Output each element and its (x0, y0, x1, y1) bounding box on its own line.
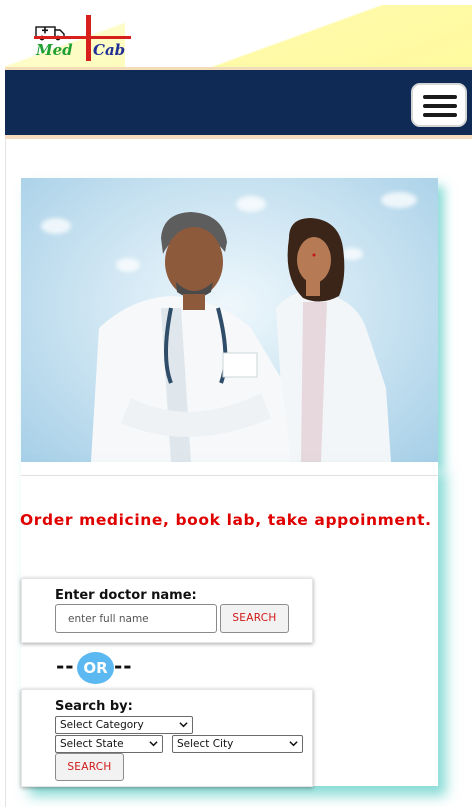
chevron-down-icon (179, 722, 188, 728)
city-select[interactable]: Select City (172, 735, 303, 753)
logo-text-cab: Cab (93, 41, 126, 59)
category-select-value: Select Category (60, 719, 144, 731)
state-select-value: Select State (60, 738, 124, 750)
tagline-text: Order medicine, book lab, take appoinmen… (20, 511, 432, 529)
doctor-search-box: Enter doctor name: SEARCH (21, 578, 313, 643)
doctor-name-input[interactable] (55, 604, 217, 633)
or-dash-left: -- (56, 654, 75, 678)
or-dash-right: -- (114, 654, 133, 678)
logo-text-med: Med (36, 41, 73, 59)
hamburger-menu-icon (423, 95, 457, 99)
search-by-box: Search by: Select Category Select State … (21, 689, 313, 787)
search-by-button[interactable]: SEARCH (55, 753, 124, 781)
doctor-search-button[interactable]: SEARCH (220, 604, 289, 633)
chevron-down-icon (289, 741, 298, 747)
medcab-logo[interactable]: Med Cab (29, 11, 133, 61)
or-badge: OR (77, 652, 114, 684)
doctor-name-label: Enter doctor name: (55, 588, 197, 603)
state-select[interactable]: Select State (55, 735, 163, 753)
city-select-value: Select City (177, 738, 234, 750)
navigation-bar (5, 67, 472, 139)
or-divider: -- OR -- (56, 652, 146, 684)
menu-toggle-button[interactable] (411, 83, 467, 127)
chevron-down-icon (149, 741, 158, 747)
hero-image-doctors (21, 178, 438, 462)
category-select[interactable]: Select Category (55, 716, 193, 734)
divider-line (21, 475, 438, 476)
header-banner: Med Cab (5, 5, 472, 67)
doctors-illustration (91, 212, 391, 462)
search-by-label: Search by: (55, 699, 133, 714)
